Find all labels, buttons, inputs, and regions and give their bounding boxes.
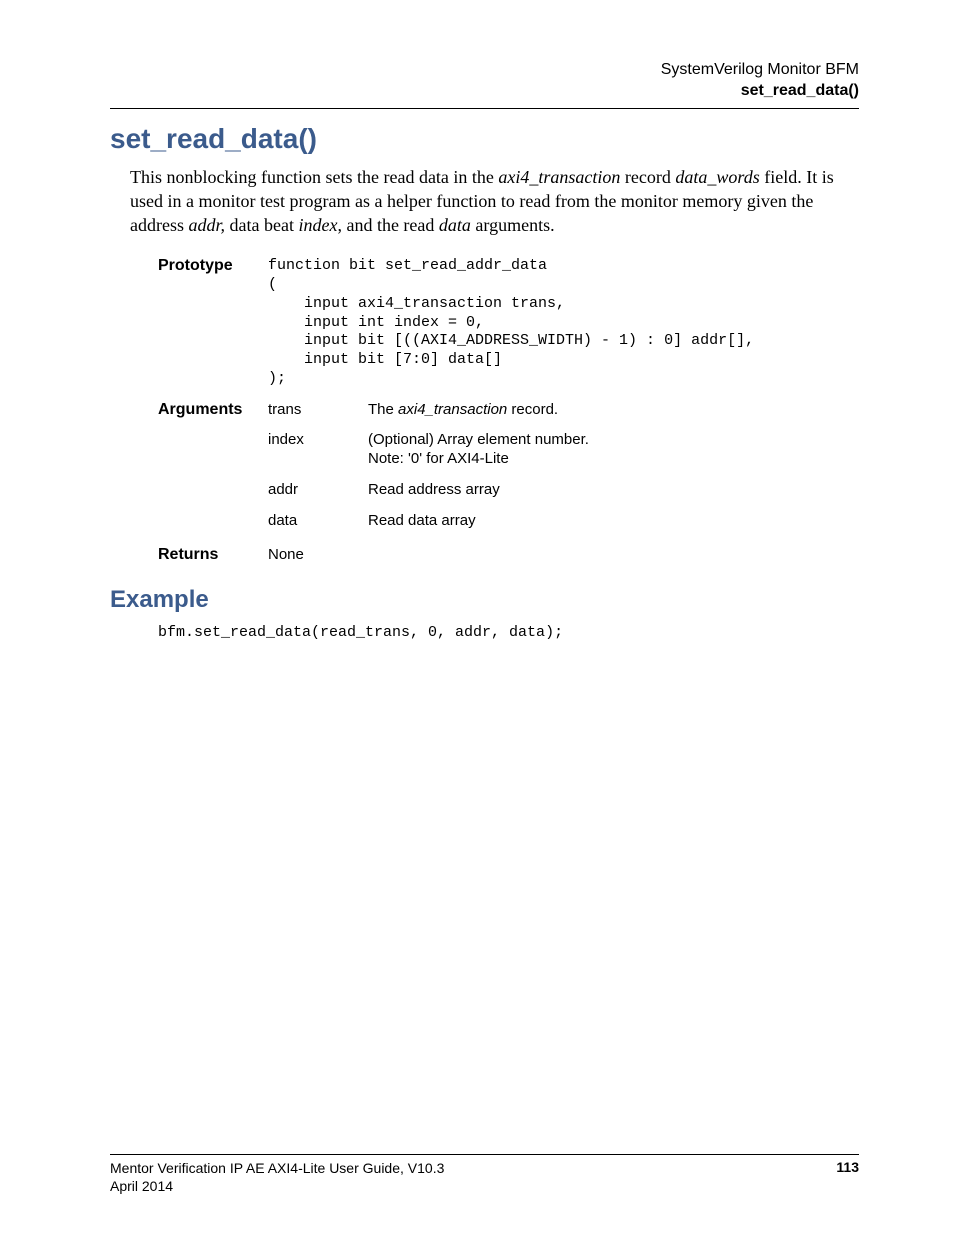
arguments-label: Arguments [158,401,268,419]
page-footer: Mentor Verification IP AE AXI4-Lite User… [110,1154,859,1195]
arg-row-trans: trans The axi4_transaction record. [268,401,859,420]
arg-name: trans [268,401,368,420]
arg-desc: Read address array [368,481,500,500]
arg-desc: (Optional) Array element number. Note: '… [368,431,589,469]
prototype-code: function bit set_read_addr_data ( input … [268,257,859,388]
intro-text: record [620,167,675,187]
arguments-row: Arguments trans The axi4_transaction rec… [158,401,859,543]
intro-text: arguments. [471,215,555,235]
arg-desc-italic: axi4_transaction [398,401,507,418]
footer-date: April 2014 [110,1178,173,1194]
prototype-label: Prototype [158,257,268,275]
intro-italic-3: addr, [188,215,225,235]
intro-text: , and the read [337,215,438,235]
arg-row-data: data Read data array [268,512,859,531]
intro-italic-5: data [439,215,471,235]
arg-name: addr [268,481,368,500]
header-line-2: set_read_data() [110,81,859,102]
footer-page-number: 113 [836,1159,859,1195]
intro-paragraph: This nonblocking function sets the read … [110,165,859,238]
footer-left: Mentor Verification IP AE AXI4-Lite User… [110,1159,444,1195]
returns-value: None [268,546,859,563]
returns-label: Returns [158,546,268,564]
intro-italic-2: data_words [675,167,759,187]
arg-desc-text: The [368,401,398,418]
arg-name: index [268,431,368,469]
intro-italic-4: index [298,215,337,235]
prototype-row: Prototype function bit set_read_addr_dat… [158,257,859,396]
arg-desc: The axi4_transaction record. [368,401,558,420]
arg-desc: Read data array [368,512,476,531]
intro-italic-1: axi4_transaction [498,167,620,187]
arg-desc-text: record. [507,401,558,418]
arg-row-index: index (Optional) Array element number. N… [268,431,859,469]
footer-guide: Mentor Verification IP AE AXI4-Lite User… [110,1160,444,1176]
returns-row: Returns None [158,546,859,564]
intro-text: data beat [225,215,298,235]
header-line-1: SystemVerilog Monitor BFM [110,60,859,81]
intro-text: This nonblocking function sets the read … [130,167,498,187]
arg-desc-text: Note: '0' for AXI4-Lite [368,450,509,467]
header-rule [110,108,859,109]
arg-name: data [268,512,368,531]
example-code: bfm.set_read_data(read_trans, 0, addr, d… [158,624,859,641]
arg-row-addr: addr Read address array [268,481,859,500]
page-header: SystemVerilog Monitor BFM set_read_data(… [110,60,859,102]
arg-desc-text: (Optional) Array element number. [368,431,589,448]
spec-table: Prototype function bit set_read_addr_dat… [158,257,859,564]
page-title: set_read_data() [110,123,859,155]
footer-rule [110,1154,859,1155]
example-heading: Example [110,586,859,614]
